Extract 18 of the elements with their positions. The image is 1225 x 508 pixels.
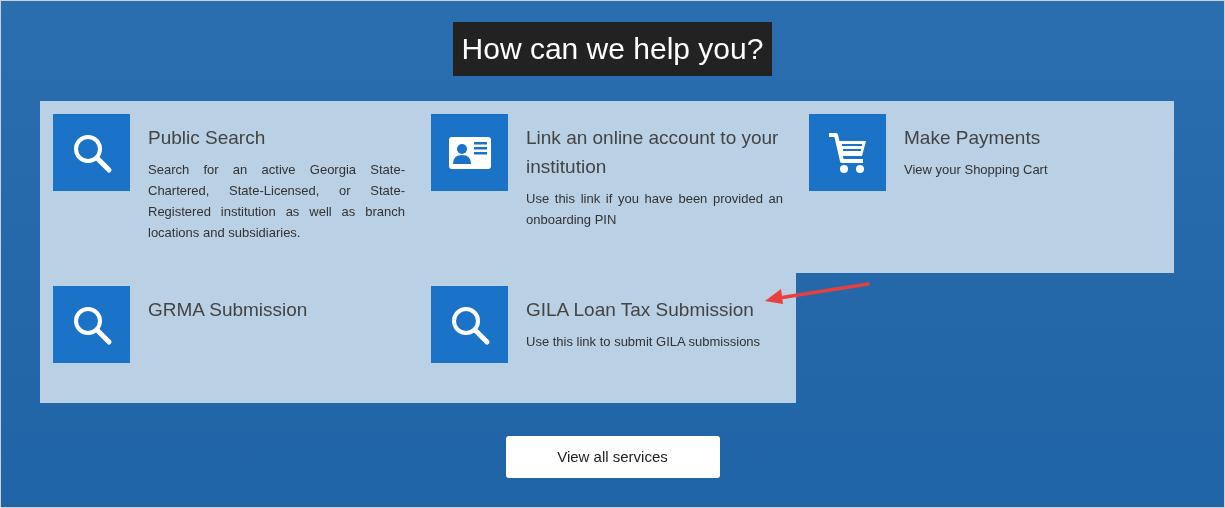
service-link[interactable]: Public Search	[148, 123, 405, 152]
service-link[interactable]: Link an online account to your institution	[526, 123, 783, 181]
service-link[interactable]: Make Payments	[904, 123, 1161, 152]
section-heading: How can we help you?	[452, 22, 773, 76]
service-description: Use this link to submit GILA submissions	[526, 333, 762, 351]
service-icon-tile[interactable]	[809, 114, 886, 191]
service-description: Use this link if you have been provided an onboarding PIN	[526, 190, 783, 229]
service-icon-tile[interactable]	[53, 114, 130, 191]
shopping-cart-icon	[826, 130, 869, 175]
service-icon-tile[interactable]	[53, 286, 130, 363]
view-all-services-button[interactable]: View all services	[505, 436, 720, 478]
id-card-icon	[448, 136, 491, 169]
service-link[interactable]: GILA Loan Tax Submission	[526, 295, 783, 324]
service-icon-tile[interactable]	[431, 114, 508, 191]
service-description: View your Shopping Cart	[904, 161, 1049, 179]
service-description: Search for an active Georgia State-Chartered, State-Licensed, or State-Registered institution as well as branch locations and subsidiaries.	[148, 161, 405, 242]
service-icon-tile[interactable]	[431, 286, 508, 363]
service-link[interactable]: GRMA Submission	[148, 295, 405, 324]
